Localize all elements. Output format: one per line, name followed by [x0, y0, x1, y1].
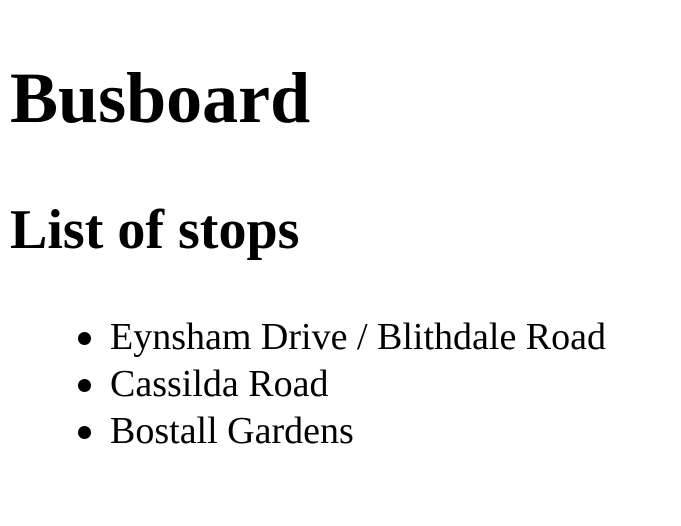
list-item: Cassilda Road	[0, 361, 606, 408]
page: Busboard List of stops Eynsham Drive / B…	[0, 0, 681, 526]
stop-name: Bostall Gardens	[110, 410, 354, 452]
stop-name: Cassilda Road	[110, 363, 329, 405]
stop-name: Eynsham Drive / Blithdale Road	[110, 316, 607, 358]
page-title: Busboard	[10, 58, 311, 138]
bullet-icon	[78, 379, 91, 392]
section-title: List of stops	[10, 199, 300, 261]
bullet-icon	[78, 332, 91, 345]
list-item: Eynsham Drive / Blithdale Road	[0, 314, 606, 361]
stop-list: Eynsham Drive / Blithdale Road Cassilda …	[0, 314, 606, 455]
list-item: Bostall Gardens	[0, 408, 606, 455]
bullet-icon	[78, 426, 91, 439]
